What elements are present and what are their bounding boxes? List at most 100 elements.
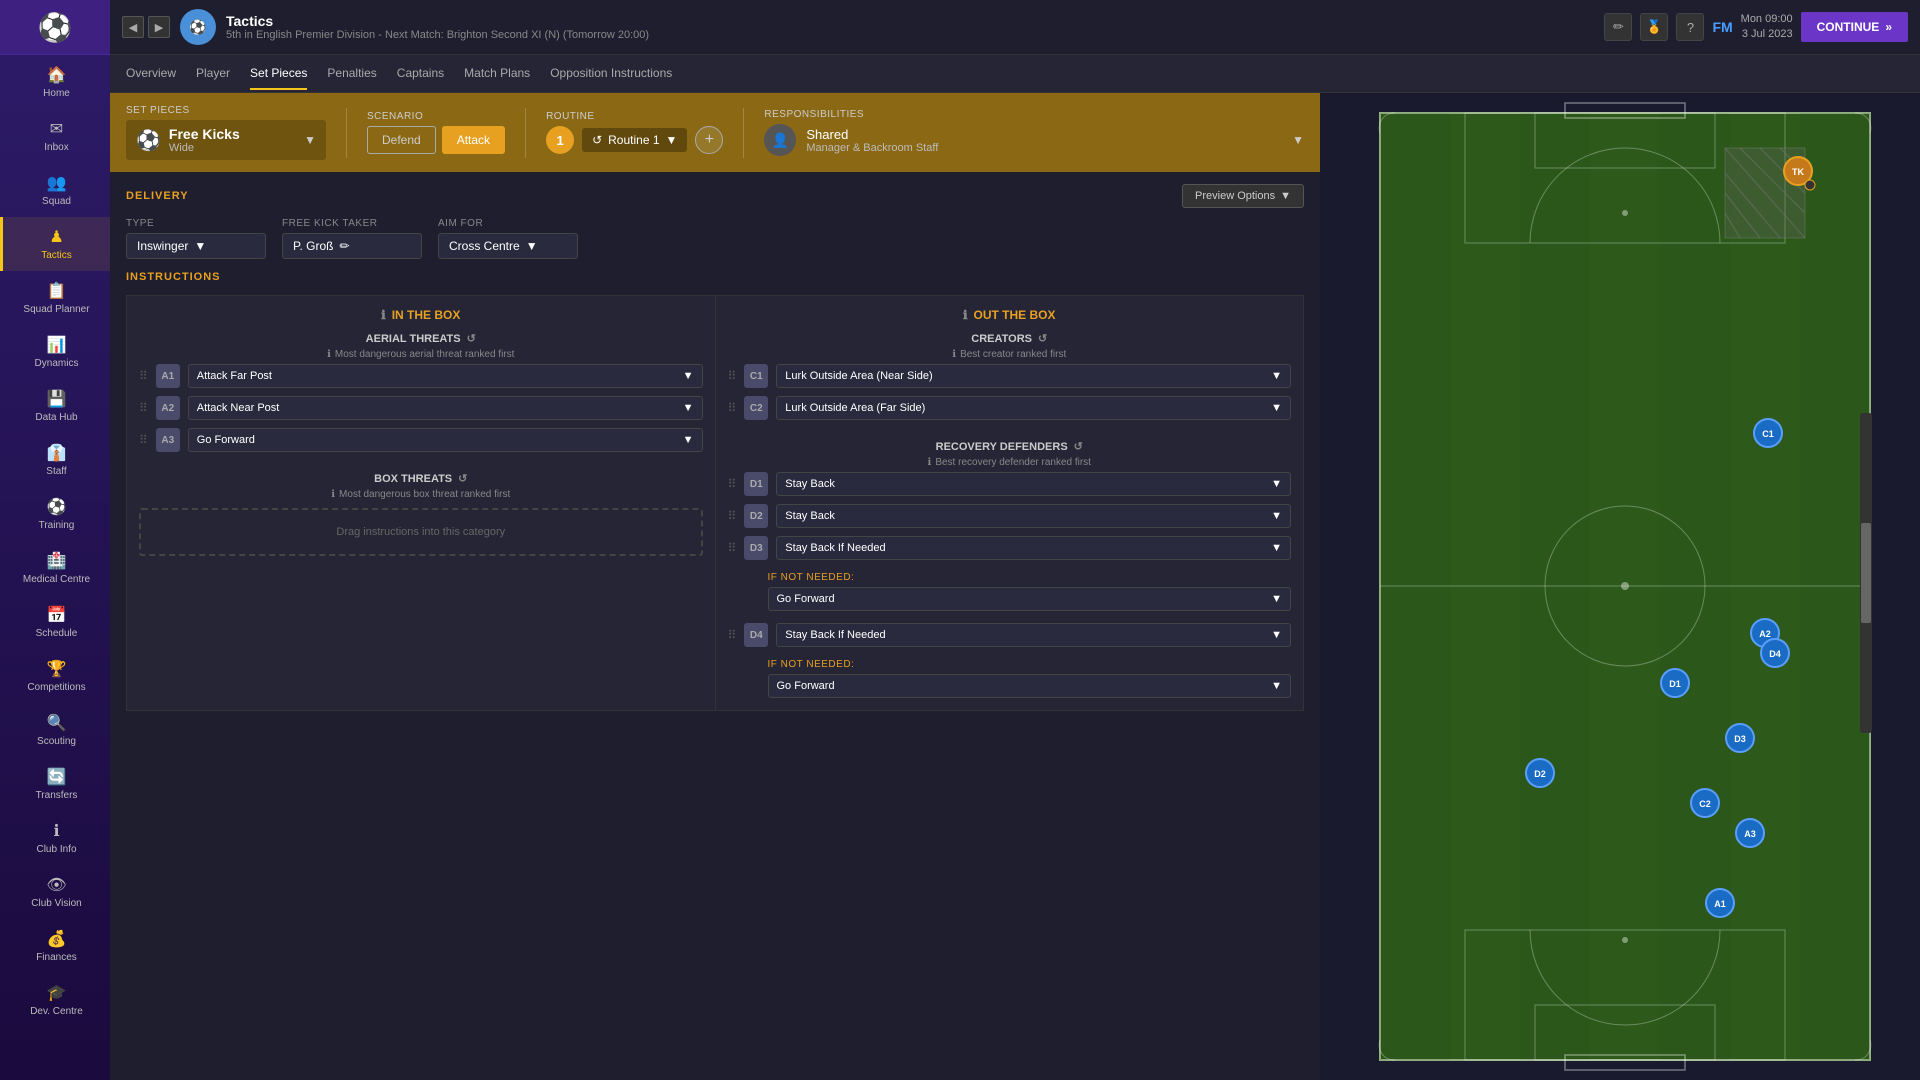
sidebar-item-staff[interactable]: 👔 Staff: [0, 433, 110, 487]
subnav-item-set-pieces[interactable]: Set Pieces: [250, 58, 307, 90]
delivery-header: DELIVERY Preview Options ▼: [126, 184, 1304, 208]
nav-arrows: ◀ ▶: [122, 16, 170, 38]
d4-if-not-section: IF NOT NEEDED: Go Forward ▼: [728, 659, 1292, 698]
drag-handle-c2[interactable]: ⠿: [728, 401, 737, 415]
sp-divider-1: [346, 108, 347, 158]
sidebar-item-finances[interactable]: 💰 Finances: [0, 919, 110, 973]
sidebar-item-medical[interactable]: 🏥 Medical Centre: [0, 541, 110, 595]
taker-edit-icon: ✏: [339, 239, 349, 253]
table-row: ⠿ D4 Stay Back If Needed ▼: [728, 619, 1292, 651]
set-pieces-selector[interactable]: ⚽ Free Kicks Wide ▼: [126, 120, 326, 160]
transfers-icon: 🔄: [47, 767, 67, 787]
finances-icon: 💰: [47, 929, 67, 949]
inst-select-c2[interactable]: Lurk Outside Area (Far Side) ▼: [776, 396, 1291, 420]
info-icon: ℹ: [381, 308, 386, 322]
sidebar-item-squad-planner[interactable]: 📋 Squad Planner: [0, 271, 110, 325]
sidebar-item-schedule[interactable]: 📅 Schedule: [0, 595, 110, 649]
preview-options-button[interactable]: Preview Options ▼: [1182, 184, 1304, 208]
inst-select-a3[interactable]: Go Forward ▼: [188, 428, 703, 452]
subnav-item-penalties[interactable]: Penalties: [327, 58, 376, 90]
topbar: ◀ ▶ ⚽ Tactics 5th in English Premier Div…: [110, 0, 1920, 55]
responsibilities-selector[interactable]: 👤 Shared Manager & Backroom Staff ▼: [764, 124, 1304, 156]
out-info-icon: ℹ: [963, 308, 968, 322]
routine-section: ROUTINE 1 ↺ Routine 1 ▼ +: [546, 111, 723, 154]
scenario-section: SCENARIO Defend Attack: [367, 111, 505, 154]
svg-text:C2: C2: [1699, 799, 1711, 809]
sidebar-logo: ⚽: [0, 0, 110, 55]
nav-forward-button[interactable]: ▶: [148, 16, 170, 38]
svg-text:C1: C1: [1762, 429, 1774, 439]
type-selector[interactable]: Inswinger ▼: [126, 233, 266, 259]
inst-badge-c1: C1: [744, 364, 768, 388]
achievements-button[interactable]: 🏅: [1640, 13, 1668, 41]
sidebar-item-dynamics[interactable]: 📊 Dynamics: [0, 325, 110, 379]
add-routine-button[interactable]: +: [695, 126, 723, 154]
inst-badge-d2: D2: [744, 504, 768, 528]
nav-back-button[interactable]: ◀: [122, 16, 144, 38]
box-threats-sub: ℹ Most dangerous box threat ranked first: [139, 489, 703, 500]
schedule-icon: 📅: [47, 605, 67, 625]
drag-handle-a2[interactable]: ⠿: [139, 401, 148, 415]
inst-select-a1[interactable]: Attack Far Post ▼: [188, 364, 703, 388]
edit-button[interactable]: ✏: [1604, 13, 1632, 41]
inst-select-a2[interactable]: Attack Near Post ▼: [188, 396, 703, 420]
sidebar-item-dev-centre[interactable]: 🎓 Dev. Centre: [0, 973, 110, 1027]
topbar-actions: ✏ 🏅 ? FM Mon 09:00 3 Jul 2023 CONTINUE »: [1604, 12, 1908, 43]
sidebar-item-club-info[interactable]: ℹ Club Info: [0, 811, 110, 865]
drag-handle-a3[interactable]: ⠿: [139, 433, 148, 447]
delivery-section: DELIVERY Preview Options ▼ TYPE Inswinge…: [110, 172, 1320, 271]
drag-handle-d1[interactable]: ⠿: [728, 477, 737, 491]
inst-select-d1[interactable]: Stay Back ▼: [776, 472, 1291, 496]
inst-select-d2[interactable]: Stay Back ▼: [776, 504, 1291, 528]
in-the-box-header: ℹ IN THE BOX: [139, 308, 703, 322]
aim-selector[interactable]: Cross Centre ▼: [438, 233, 578, 259]
sidebar-item-home[interactable]: 🏠 Home: [0, 55, 110, 109]
inst-badge-d1: D1: [744, 472, 768, 496]
sidebar-item-tactics[interactable]: ♟ Tactics: [0, 217, 110, 271]
subnav-item-match-plans[interactable]: Match Plans: [464, 58, 530, 90]
drag-handle-d2[interactable]: ⠿: [728, 509, 737, 523]
subnav-item-player[interactable]: Player: [196, 58, 230, 90]
scenario-defend-button[interactable]: Defend: [367, 126, 436, 154]
recovery-title: RECOVERY DEFENDERS ↺: [728, 440, 1292, 453]
sidebar-item-transfers[interactable]: 🔄 Transfers: [0, 757, 110, 811]
aerial-info-icon: ℹ: [327, 349, 331, 360]
set-pieces-sub: Wide: [169, 142, 240, 154]
subnav: Overview Player Set Pieces Penalties Cap…: [110, 55, 1920, 93]
routine-selector[interactable]: ↺ Routine 1 ▼: [582, 128, 687, 152]
routine-icon: ↺: [592, 133, 602, 147]
drag-handle-d4[interactable]: ⠿: [728, 628, 737, 642]
sidebar-item-training[interactable]: ⚽ Training: [0, 487, 110, 541]
taker-selector[interactable]: P. Groß ✏: [282, 233, 422, 259]
sidebar-item-competitions[interactable]: 🏆 Competitions: [0, 649, 110, 703]
subnav-item-overview[interactable]: Overview: [126, 58, 176, 90]
taker-value: P. Groß: [293, 239, 333, 253]
sidebar-item-scouting[interactable]: 🔍 Scouting: [0, 703, 110, 757]
datetime: Mon 09:00 3 Jul 2023: [1741, 12, 1793, 43]
scenario-attack-button[interactable]: Attack: [442, 126, 505, 154]
drag-handle-a1[interactable]: ⠿: [139, 369, 148, 383]
help-button[interactable]: ?: [1676, 13, 1704, 41]
drag-handle-c1[interactable]: ⠿: [728, 369, 737, 383]
d3-if-not-selector[interactable]: Go Forward ▼: [768, 587, 1292, 611]
sidebar-item-inbox[interactable]: ✉ Inbox: [0, 109, 110, 163]
sidebar-item-club-vision[interactable]: 👁 Club Vision: [0, 865, 110, 919]
squad-planner-icon: 📋: [47, 281, 67, 301]
inst-select-d3[interactable]: Stay Back If Needed ▼: [776, 536, 1291, 560]
out-the-box-column: ℹ OUT THE BOX CREATORS ↺ ℹ Best creator …: [715, 295, 1305, 711]
continue-button[interactable]: CONTINUE »: [1801, 12, 1908, 42]
inst-badge-a3: A3: [156, 428, 180, 452]
drag-handle-d3[interactable]: ⠿: [728, 541, 737, 555]
sidebar-item-squad[interactable]: 👥 Squad: [0, 163, 110, 217]
subnav-item-captains[interactable]: Captains: [397, 58, 444, 90]
sidebar-item-data-hub[interactable]: 💾 Data Hub: [0, 379, 110, 433]
d4-if-not-selector[interactable]: Go Forward ▼: [768, 674, 1292, 698]
drag-drop-zone: Drag instructions into this category: [139, 508, 703, 556]
out-the-box-title: ℹ OUT THE BOX: [728, 308, 1292, 322]
pitch-svg: TK C1 A2 D4 D1 D2 D3: [1320, 93, 1920, 1080]
inst-select-c1[interactable]: Lurk Outside Area (Near Side) ▼: [776, 364, 1291, 388]
inst-chevron-a2: ▼: [683, 402, 694, 414]
inst-select-d4[interactable]: Stay Back If Needed ▼: [776, 623, 1291, 647]
competitions-icon: 🏆: [47, 659, 67, 679]
subnav-item-opposition-instructions[interactable]: Opposition Instructions: [550, 58, 672, 90]
